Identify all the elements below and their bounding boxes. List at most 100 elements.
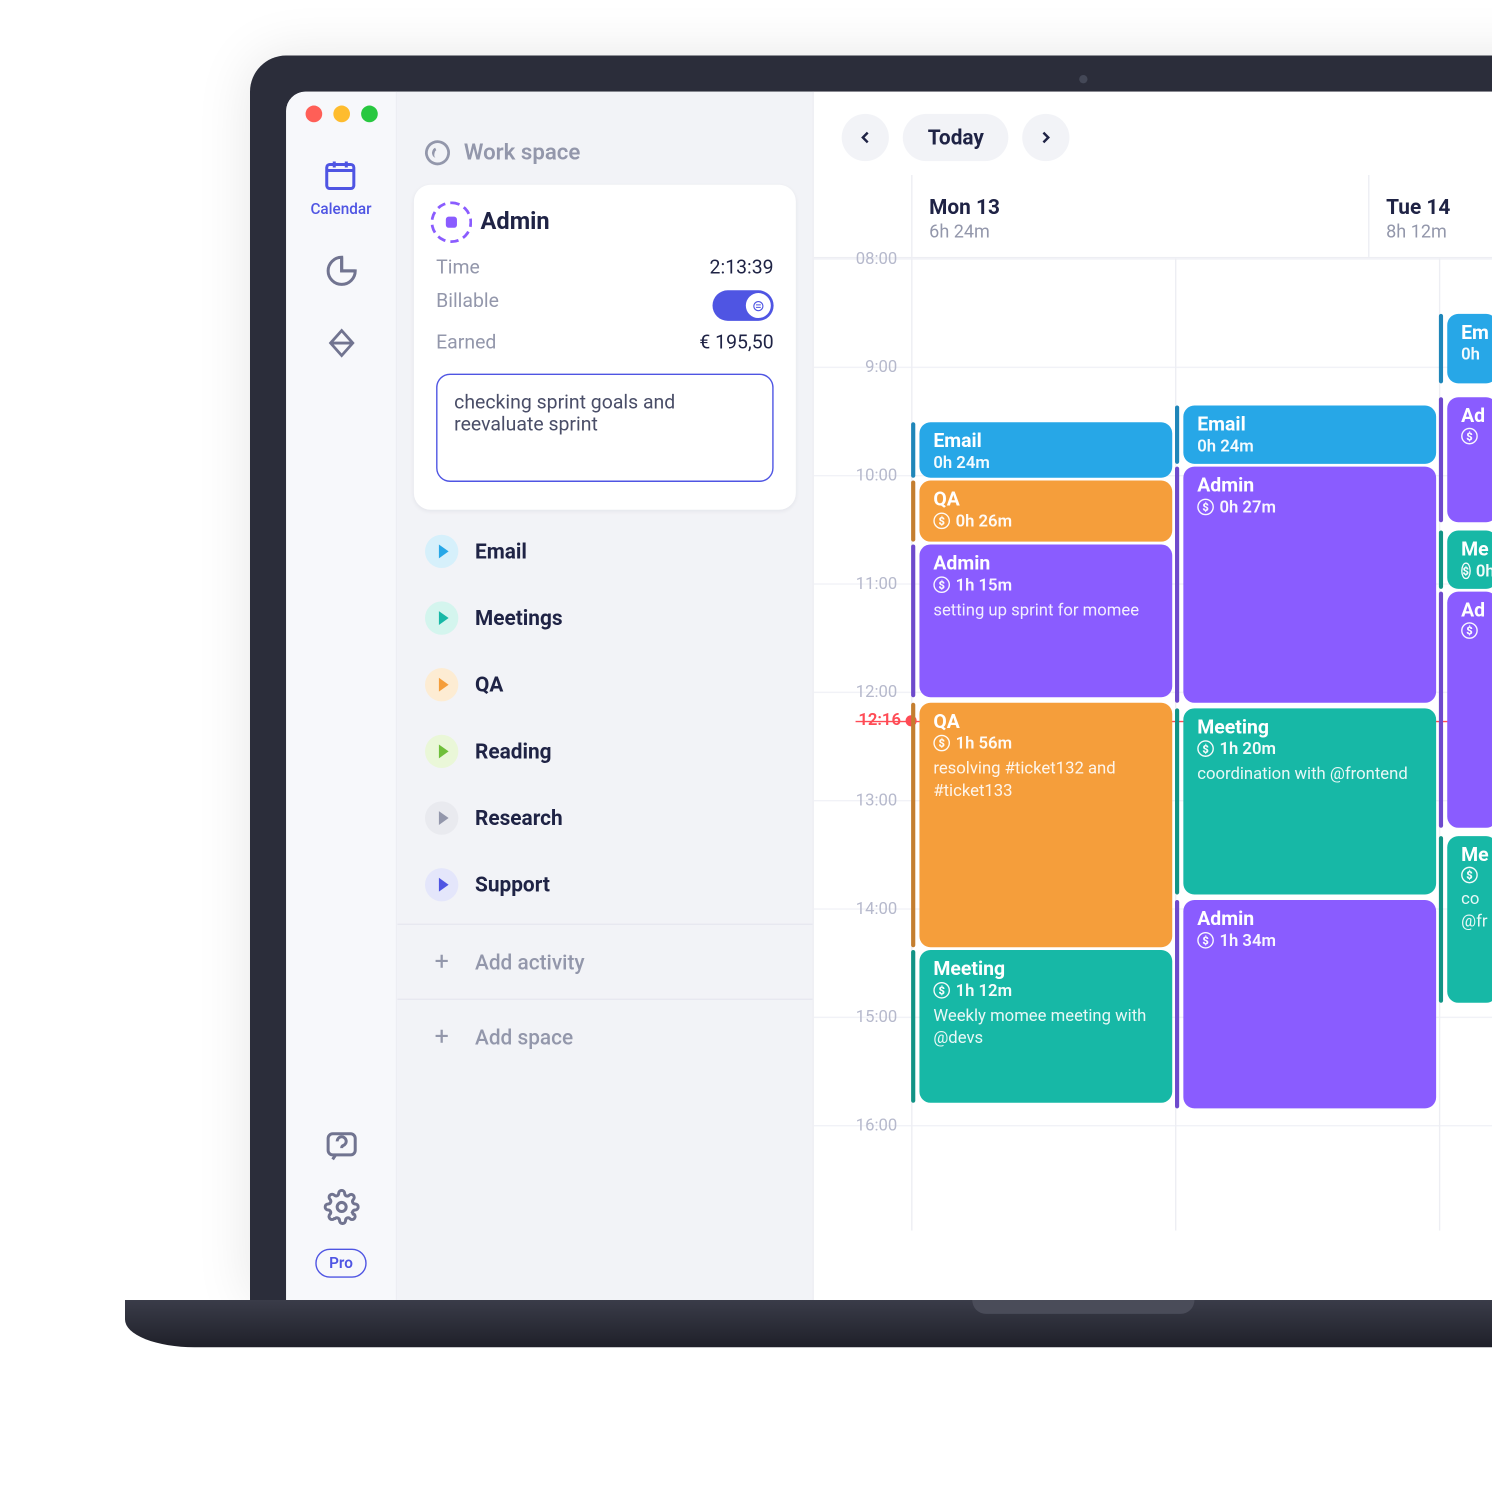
activity-email[interactable]: Email bbox=[397, 518, 812, 585]
activity-reading[interactable]: Reading bbox=[397, 718, 812, 785]
diamond-icon bbox=[322, 324, 361, 363]
gear-icon bbox=[322, 1188, 361, 1227]
event-title: Me bbox=[1461, 844, 1483, 866]
event-block[interactable]: Me$0h bbox=[1447, 531, 1492, 589]
event-title: Admin bbox=[933, 553, 1158, 575]
add-space[interactable]: + Add space bbox=[397, 1006, 812, 1069]
event-block[interactable]: Ad$ bbox=[1447, 397, 1492, 522]
event-title: Me bbox=[1461, 539, 1483, 561]
activity-list: Email Meetings QA Reading Research Support bbox=[397, 518, 812, 918]
event-duration: 0h bbox=[1461, 344, 1483, 363]
space-header[interactable]: Work space bbox=[397, 139, 812, 185]
event-block[interactable]: Ad$ bbox=[1447, 592, 1492, 828]
event-title: Ad bbox=[1461, 600, 1483, 622]
event-title: Ad bbox=[1461, 406, 1483, 428]
event-block[interactable]: Email0h 24m bbox=[919, 422, 1172, 478]
hour-label: 12:00 bbox=[814, 682, 911, 701]
event-block[interactable]: QA$0h 26m bbox=[919, 481, 1172, 542]
play-icon bbox=[425, 868, 458, 901]
today-button[interactable]: Today bbox=[903, 114, 1009, 161]
event-title: Admin bbox=[1197, 908, 1422, 930]
billable-icon: $ bbox=[1461, 622, 1478, 639]
event-note: Weekly momee meeting with @devs bbox=[933, 1006, 1158, 1049]
billable-icon: $ bbox=[933, 982, 950, 999]
event-block[interactable]: Meeting$1h 12mWeekly momee meeting with … bbox=[919, 950, 1172, 1103]
maximize-icon[interactable] bbox=[361, 106, 378, 123]
add-activity[interactable]: + Add activity bbox=[397, 931, 812, 994]
event-block[interactable]: Email0h 24m bbox=[1183, 406, 1436, 464]
event-note: resolving #ticket132 and #ticket133 bbox=[933, 758, 1158, 801]
activity-meetings[interactable]: Meetings bbox=[397, 585, 812, 652]
event-block[interactable]: Admin$1h 15msetting up sprint for momee bbox=[919, 544, 1172, 697]
event-block[interactable]: Em0h bbox=[1447, 314, 1492, 383]
billable-icon: $ bbox=[1197, 740, 1214, 757]
billable-label: Billable bbox=[436, 290, 499, 321]
calendar-main: Today September Mon 136h 24m Tue 148h 12… bbox=[814, 92, 1492, 1300]
activity-name: QA bbox=[475, 672, 503, 697]
pie-chart-icon bbox=[322, 251, 361, 290]
active-activity-name: Admin bbox=[481, 208, 550, 236]
event-block[interactable]: Me$ co @fr bbox=[1447, 836, 1492, 1003]
time-label: Time bbox=[436, 257, 480, 279]
app-navbar: Calendar bbox=[286, 92, 397, 1300]
minimize-icon[interactable] bbox=[333, 106, 350, 123]
event-duration: $ bbox=[1461, 428, 1483, 445]
active-activity-panel: Admin Time2:13:39 Billable Earned€ 195,5… bbox=[414, 185, 796, 510]
event-title: Email bbox=[1197, 414, 1422, 436]
hour-label: 16:00 bbox=[814, 1115, 911, 1134]
calendar-grid: Mon 136h 24m Tue 148h 12m Wed 155h 08:00… bbox=[814, 175, 1492, 1300]
event-duration: 0h 24m bbox=[1197, 436, 1422, 455]
activity-support[interactable]: Support bbox=[397, 851, 812, 918]
earned-value: € 195,50 bbox=[699, 332, 773, 354]
activity-name: Research bbox=[475, 806, 563, 831]
pro-badge[interactable]: Pro bbox=[315, 1249, 367, 1278]
billable-icon: $ bbox=[1197, 499, 1214, 516]
close-icon[interactable] bbox=[306, 106, 323, 123]
billable-toggle[interactable] bbox=[713, 290, 774, 321]
earned-label: Earned bbox=[436, 332, 496, 354]
play-icon bbox=[425, 735, 458, 768]
next-button[interactable] bbox=[1023, 114, 1070, 161]
hour-label: 9:00 bbox=[814, 357, 911, 376]
event-duration: 0h 24m bbox=[933, 453, 1158, 472]
event-duration: $1h 34m bbox=[1197, 931, 1422, 950]
play-icon bbox=[425, 535, 458, 568]
window-traffic-lights[interactable] bbox=[306, 106, 378, 123]
event-block[interactable]: Admin$0h 27m bbox=[1183, 467, 1436, 703]
hour-label: 14:00 bbox=[814, 899, 911, 918]
event-title: Em bbox=[1461, 322, 1483, 344]
day-header[interactable]: Mon 136h 24m bbox=[911, 175, 1368, 257]
billable-icon: $ bbox=[1461, 563, 1470, 580]
plus-icon: + bbox=[425, 1022, 458, 1051]
event-block[interactable]: QA$1h 56mresolving #ticket132 and #ticke… bbox=[919, 703, 1172, 947]
event-duration: $ bbox=[1461, 867, 1483, 884]
prev-button[interactable] bbox=[842, 114, 889, 161]
activity-name: Reading bbox=[475, 739, 552, 764]
calendar-toolbar: Today September bbox=[814, 92, 1492, 175]
nav-calendar[interactable]: Calendar bbox=[310, 156, 371, 219]
day-header[interactable]: Tue 148h 12m bbox=[1368, 175, 1492, 257]
nav-reports[interactable] bbox=[322, 251, 361, 290]
help-icon bbox=[322, 1126, 361, 1165]
recording-icon[interactable] bbox=[436, 207, 467, 238]
activity-research[interactable]: Research bbox=[397, 785, 812, 852]
activity-name: Meetings bbox=[475, 606, 563, 631]
event-duration: $ bbox=[1461, 622, 1483, 639]
event-duration: $1h 12m bbox=[933, 981, 1158, 1000]
activity-note-input[interactable] bbox=[436, 374, 774, 482]
nav-sync[interactable] bbox=[322, 324, 361, 363]
event-block[interactable]: Admin$1h 34m bbox=[1183, 900, 1436, 1108]
hour-label: 15:00 bbox=[814, 1007, 911, 1026]
event-block[interactable]: Meeting$1h 20mcoordination with @fronten… bbox=[1183, 708, 1436, 894]
event-note: co @fr bbox=[1461, 889, 1483, 932]
event-note: coordination with @frontend bbox=[1197, 764, 1422, 786]
activity-qa[interactable]: QA bbox=[397, 651, 812, 718]
hour-label: 11:00 bbox=[814, 574, 911, 593]
event-duration: $1h 56m bbox=[933, 733, 1158, 752]
nav-settings[interactable] bbox=[322, 1188, 361, 1227]
now-label: 12:16 bbox=[858, 709, 901, 728]
event-duration: $1h 15m bbox=[933, 575, 1158, 594]
nav-help[interactable] bbox=[322, 1126, 361, 1165]
sidebar: Work space Admin Time2:13:39 Billable Ea… bbox=[397, 92, 814, 1300]
billable-icon: $ bbox=[933, 513, 950, 530]
